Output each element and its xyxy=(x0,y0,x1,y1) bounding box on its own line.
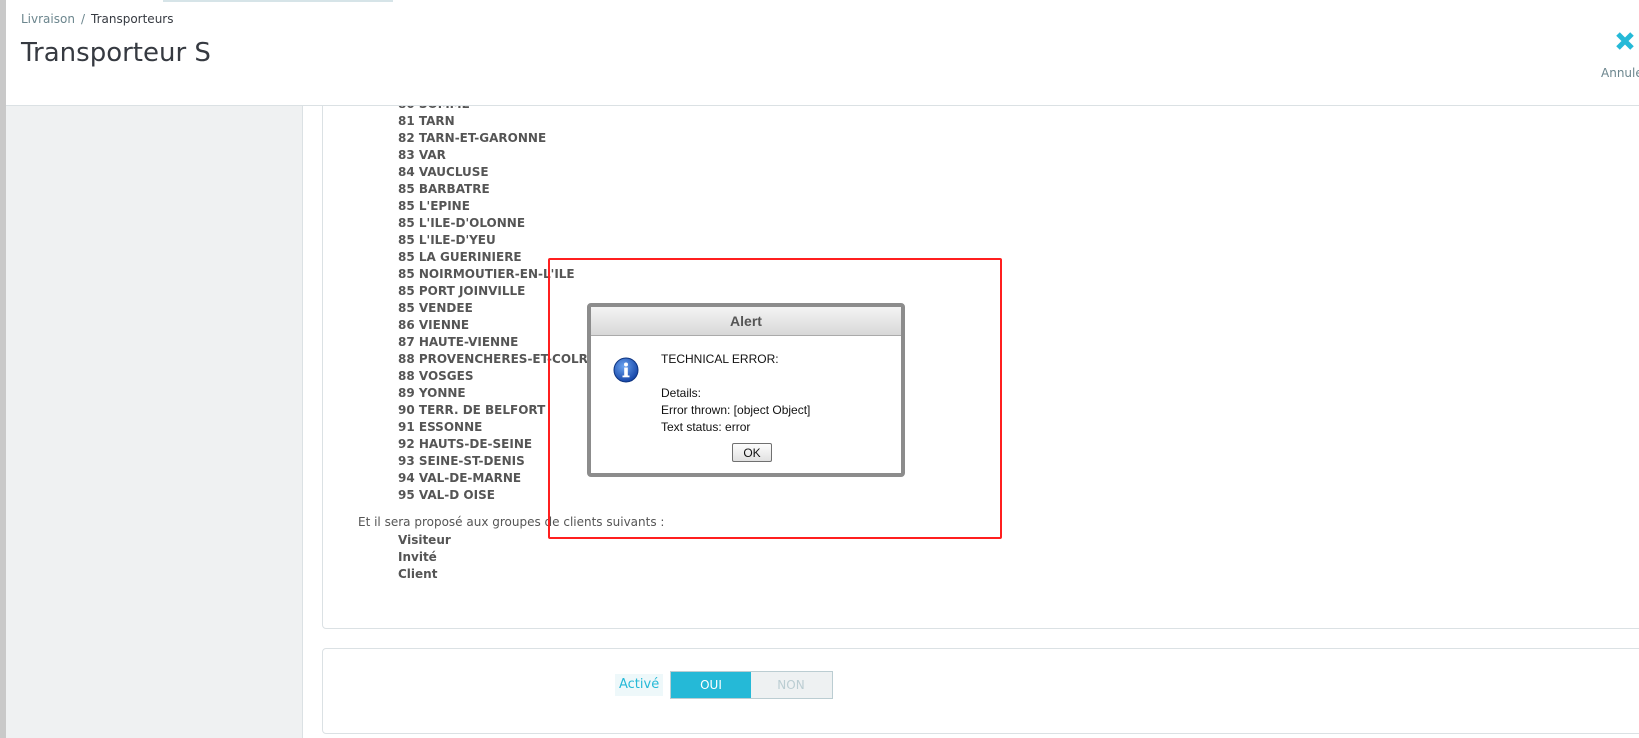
active-label: Activé xyxy=(615,674,664,696)
page-title: Transporteur S xyxy=(21,38,211,68)
alert-title[interactable]: Alert xyxy=(591,307,901,336)
alert-message: TECHNICAL ERROR: Details: Error thrown: … xyxy=(661,351,810,436)
close-icon xyxy=(1616,32,1634,50)
zone-item: 84 VAUCLUSE xyxy=(398,165,489,179)
breadcrumb: Livraison / Transporteurs xyxy=(21,12,173,26)
group-item: Invité xyxy=(398,550,437,564)
zone-item: 85 L'ILE-D'YEU xyxy=(398,233,496,247)
zone-item: 83 VAR xyxy=(398,148,446,162)
info-icon xyxy=(613,357,639,383)
cancel-label: Annuler xyxy=(1601,66,1639,80)
sidebar xyxy=(6,106,303,738)
breadcrumb-current[interactable]: Transporteurs xyxy=(91,12,173,26)
zone-item: 85 BARBATRE xyxy=(398,182,490,196)
alert-line-details: Details: xyxy=(661,386,702,400)
zone-item: 85 L'EPINE xyxy=(398,199,470,213)
breadcrumb-parent[interactable]: Livraison xyxy=(21,12,75,26)
status-panel xyxy=(322,648,1639,734)
zone-item: 81 TARN xyxy=(398,114,455,128)
alert-line-thrown: Error thrown: [object Object] xyxy=(661,403,811,417)
zone-item: 85 L'ILE-D'OLONNE xyxy=(398,216,526,230)
zone-item: 82 TARN-ET-GARONNE xyxy=(398,131,547,145)
page-header: Livraison / Transporteurs Transporteur S A… xyxy=(6,0,1639,106)
alert-dialog: Alert TECHNICAL ERROR: Details: Error th… xyxy=(587,303,905,477)
alert-line-error: TECHNICAL ERROR: xyxy=(661,352,779,366)
active-switch[interactable]: OUI NON xyxy=(670,671,833,699)
top-strip xyxy=(163,0,393,2)
group-list: Visiteur Invité Client xyxy=(398,532,451,583)
group-item: Client xyxy=(398,567,438,581)
switch-option-no[interactable]: NON xyxy=(751,672,831,698)
ok-button[interactable]: OK xyxy=(732,443,772,462)
group-item: Visiteur xyxy=(398,533,451,547)
breadcrumb-separator: / xyxy=(80,12,85,26)
alert-line-status: Text status: error xyxy=(661,420,751,434)
switch-option-yes[interactable]: OUI xyxy=(671,672,751,698)
